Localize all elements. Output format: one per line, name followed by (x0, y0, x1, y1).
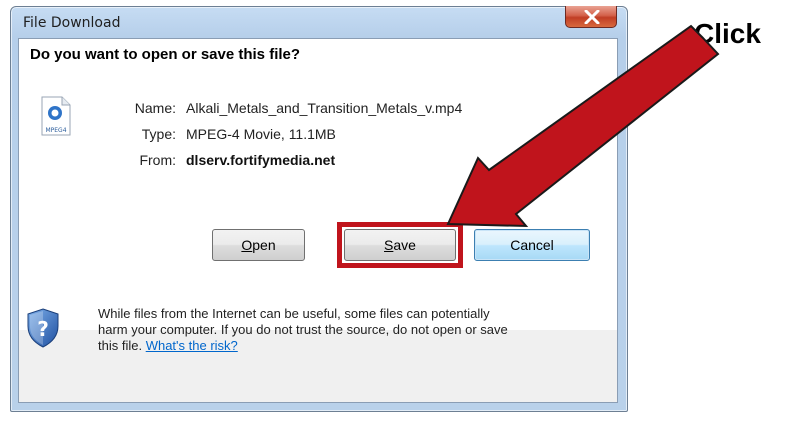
svg-text:?: ? (37, 317, 49, 341)
screenshot-stage: File Download Do you want to open or sav… (0, 0, 787, 423)
from-label: From: (139, 152, 176, 168)
security-warning: While files from the Internet can be use… (98, 306, 518, 354)
click-annotation-label: Click (694, 18, 761, 49)
open-button-label: Open (241, 237, 276, 253)
open-button[interactable]: Open (212, 229, 305, 261)
type-value: MPEG-4 Movie, 11.1MB (186, 126, 336, 142)
file-icon-label: MPEG4 (45, 127, 66, 134)
type-label: Type: (141, 126, 176, 142)
name-label: Name: (134, 100, 176, 116)
cancel-button-label: Cancel (510, 237, 554, 253)
save-button-highlight (337, 222, 463, 268)
mpeg4-file-icon: MPEG4 (41, 96, 71, 136)
title-bar[interactable]: File Download (11, 6, 627, 39)
security-shield-icon: ? (27, 308, 59, 348)
name-value: Alkali_Metals_and_Transition_Metals_v.mp… (186, 100, 463, 116)
close-icon (584, 10, 600, 24)
whats-the-risk-link[interactable]: What's the risk? (146, 338, 238, 353)
from-value: dlserv.fortifymedia.net (186, 152, 336, 168)
cancel-button[interactable]: Cancel (474, 229, 590, 261)
dialog-question: Do you want to open or save this file? (30, 46, 301, 63)
close-button[interactable] (565, 6, 617, 28)
window-title: File Download (23, 15, 121, 31)
